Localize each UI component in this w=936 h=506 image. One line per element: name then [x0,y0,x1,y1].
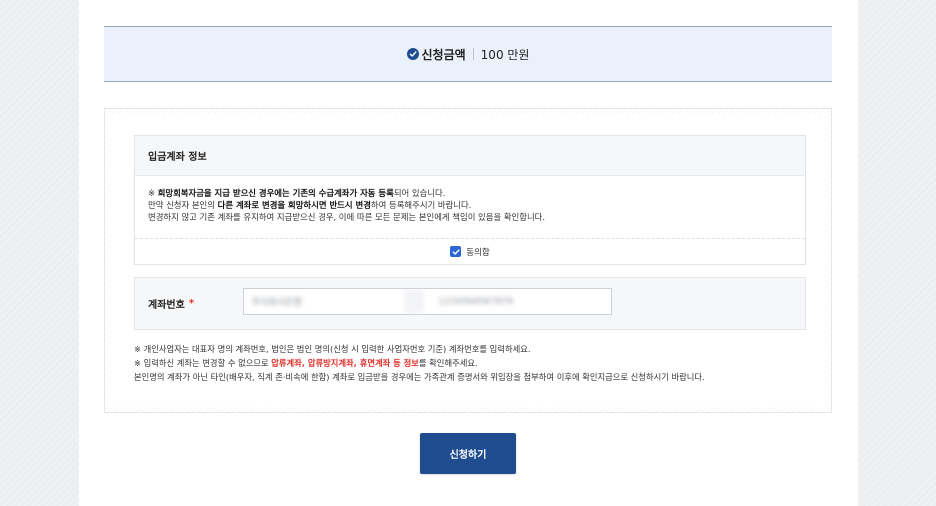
account-number-label: 계좌번호 * [148,278,194,329]
note-line-1: ※ 개인사업자는 대표자 명의 계좌번호, 법인은 법인 명의(신청 시 입력한… [134,344,531,354]
amount-label: 신청금액 [421,47,466,62]
amount-value: 100 만원 [480,47,530,62]
account-info-notice: ※ 희망회복자금을 지급 받으신 경우에는 기존의 수급계좌가 자동 등록되어 … [135,176,805,239]
notice-line-1-suffix: 되어 있습니다. [393,188,446,198]
notice-line-1-bold: 희망회복자금을 지급 받으신 경우에는 기존의 수급계좌가 자동 등록 [157,188,394,198]
account-form: 입금계좌 정보 ※ 희망회복자금을 지급 받으신 경우에는 기존의 수급계좌가 … [110,114,826,407]
account-form-frame: 입금계좌 정보 ※ 희망회복자금을 지급 받으신 경우에는 기존의 수급계좌가 … [104,108,832,413]
account-info-panel: 입금계좌 정보 ※ 희망회복자금을 지급 받으신 경우에는 기존의 수급계좌가 … [134,135,806,265]
notice-line-2-suffix: 하여 등록해주시기 바랍니다. [370,200,472,210]
bank-name-masked: 주식회사은행 [252,298,302,308]
note-line-2: ※ 입력하신 계좌는 변경할 수 없으므로 압류계좌, 압류방지계좌, 휴면계좌… [134,356,814,370]
account-number-panel: 계좌번호 * 주식회사은행 1234564567879 [134,277,806,330]
amount-divider [472,48,474,60]
submit-button[interactable]: 신청하기 [420,433,516,474]
notice-line-2-bold: 다른 계좌로 변경을 희망하시면 반드시 변경 [217,200,371,210]
account-info-title: 입금계좌 정보 [135,136,805,176]
note-line-2-prefix: ※ 입력하신 계좌는 변경할 수 없으므로 [134,358,272,368]
note-line-3: 본인명의 계좌가 아닌 타인(배우자, 직계 존·비속에 한함) 계좌로 입금받… [134,372,705,382]
account-notes: ※ 개인사업자는 대표자 명의 계좌번호, 법인은 법인 명의(신청 시 입력한… [134,342,814,384]
notice-line-2: 만약 신청자 본인의 다른 계좌로 변경을 희망하시면 반드시 변경하여 등록해… [148,199,792,211]
notice-line-2-prefix: 만약 신청자 본인의 [148,200,218,210]
agree-row[interactable]: 동의함 [135,239,805,264]
amount-summary-bar: 신청금액 100 만원 [104,26,832,82]
check-circle-icon [406,48,419,60]
notice-line-1-prefix: ※ [148,188,158,198]
account-number-input[interactable]: 주식회사은행 1234564567879 [243,288,612,315]
required-mark: * [188,298,195,309]
note-line-2-highlight: 압류계좌, 압류방지계좌, 휴면계좌 등 정보 [271,358,419,368]
agree-label[interactable]: 동의함 [466,246,489,258]
account-number-masked: 1234564567879 [438,296,514,307]
page-container: 신청금액 100 만원 입금계좌 정보 ※ 희망회복자금을 지급 받으신 경우에… [79,0,858,506]
note-line-2-suffix: 를 확인해주세요. [418,358,478,368]
account-number-label-text: 계좌번호 [148,300,185,311]
checkbox-checked-icon[interactable] [450,246,462,257]
masked-gap [404,290,424,313]
notice-line-3: 변경하지 않고 기존 계좌를 유지하여 지급받으신 경우, 이에 따른 모든 문… [148,212,546,222]
notice-line-1: ※ 희망회복자금을 지급 받으신 경우에는 기존의 수급계좌가 자동 등록되어 … [148,187,792,199]
